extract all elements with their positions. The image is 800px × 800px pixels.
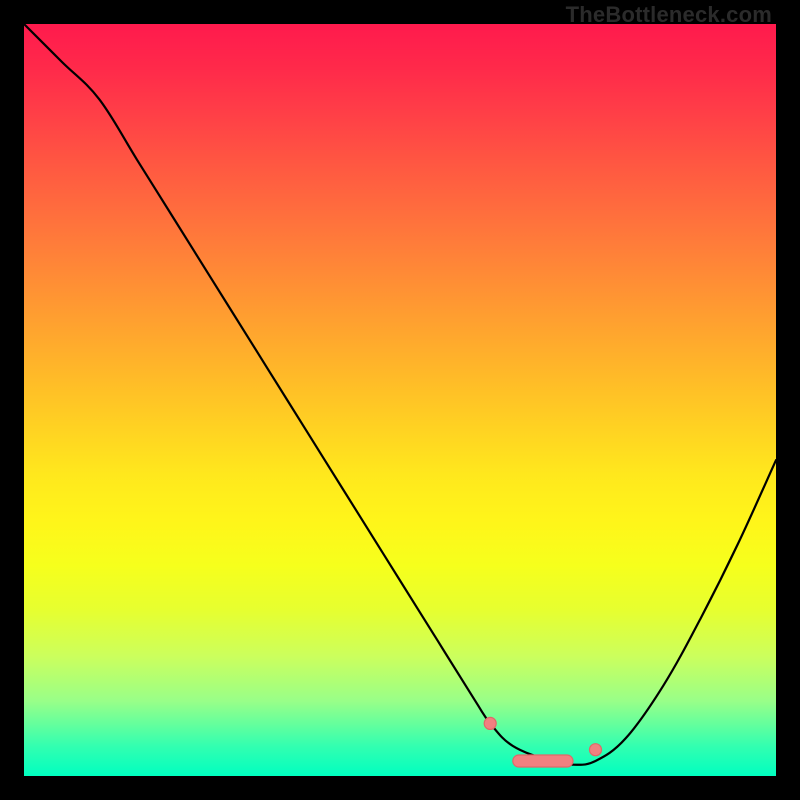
curve-marker-pill: [513, 755, 573, 767]
plot-area: [24, 24, 776, 776]
bottleneck-curve: [24, 24, 776, 765]
curve-svg: [24, 24, 776, 776]
curve-marker-dot: [484, 717, 496, 729]
curve-markers: [484, 717, 601, 767]
curve-marker-dot: [590, 744, 602, 756]
chart-container: TheBottleneck.com: [0, 0, 800, 800]
watermark-text: TheBottleneck.com: [566, 2, 772, 28]
